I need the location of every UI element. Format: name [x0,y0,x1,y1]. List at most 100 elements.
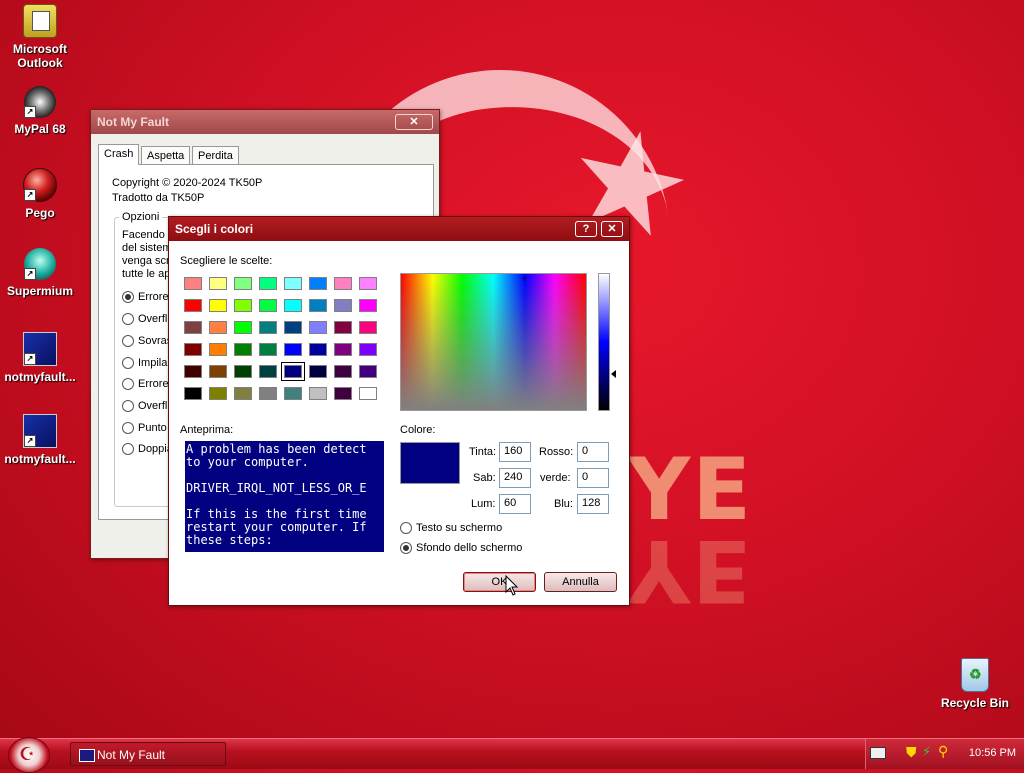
color-swatch[interactable] [359,365,377,378]
lum-input[interactable]: 60 [499,494,531,514]
color-swatch[interactable] [359,321,377,334]
radio-option-5[interactable]: Errore [122,378,169,391]
radio-screen-background[interactable]: Sfondo dello schermo [400,542,522,555]
color-swatch[interactable] [334,277,352,290]
radio-option-1[interactable]: Errore [122,291,169,304]
clock[interactable]: 10:56 PM [969,747,1016,759]
blue-input[interactable]: 128 [577,494,609,514]
color-swatch[interactable] [334,299,352,312]
notmyfault-titlebar[interactable]: Not My Fault ✕ [91,110,439,134]
shield-icon[interactable]: ⛊ [906,745,917,761]
color-swatch[interactable] [359,387,377,400]
radio-screen-text[interactable]: Testo su schermo [400,522,502,535]
color-swatch[interactable] [234,387,252,400]
search-icon[interactable]: ⚲ [938,744,948,760]
cancel-button[interactable]: Annulla [544,572,617,592]
radio-option-3[interactable]: Sovras [122,335,172,348]
color-swatch[interactable] [309,365,327,378]
desktop-icon-outlook[interactable]: Microsoft Outlook [0,4,80,70]
color-swatch[interactable] [209,365,227,378]
color-swatch[interactable] [234,321,252,334]
color-swatch[interactable] [309,321,327,334]
desktop-icon-notmyfault-1[interactable]: ↗ notmyfault... [0,332,80,384]
taskbar-item-notmyfault[interactable]: Not My Fault [70,742,226,766]
desktop-icon-recycle-bin[interactable]: ♻ Recycle Bin [935,658,1015,710]
preview-label: Anteprima: [180,424,234,436]
color-swatch[interactable] [259,343,277,356]
desktop-icon-label: MyPal 68 [14,122,66,136]
color-swatch[interactable] [234,365,252,378]
color-swatch[interactable] [334,387,352,400]
color-swatch[interactable] [184,299,202,312]
color-swatch[interactable] [309,299,327,312]
desktop-icon-notmyfault-2[interactable]: ↗ notmyfault... [0,414,80,466]
color-swatch[interactable] [284,343,302,356]
hue-input[interactable]: 160 [499,442,531,462]
desktop-icon-supermium[interactable]: ↗ Supermium [0,248,80,298]
color-swatch[interactable] [359,299,377,312]
color-swatch[interactable] [359,343,377,356]
green-input[interactable]: 0 [577,468,609,488]
color-spectrum[interactable]: + [400,273,587,411]
basic-colors-label: Scegliere le scelte: [180,255,273,267]
color-swatch[interactable] [334,343,352,356]
color-swatch[interactable] [209,343,227,356]
color-swatch[interactable] [184,365,202,378]
color-swatch[interactable] [281,362,305,381]
ok-button[interactable]: OK [463,572,536,592]
close-icon[interactable]: ✕ [395,114,433,130]
mouse-cursor-icon [505,575,519,596]
color-swatch[interactable] [334,321,352,334]
close-icon[interactable]: ✕ [601,221,623,237]
desktop-icon-mypal[interactable]: ↗ MyPal 68 [0,86,80,136]
color-swatch[interactable] [209,387,227,400]
color-swatch[interactable] [284,277,302,290]
network-icon[interactable]: ⚡ [922,745,931,760]
color-swatch[interactable] [209,321,227,334]
color-swatch[interactable] [234,277,252,290]
dialog-title: Scegli i colori [175,222,254,236]
color-swatch[interactable] [334,365,352,378]
color-swatch[interactable] [259,277,277,290]
luminance-pointer-icon[interactable] [611,370,616,378]
keyboard-icon[interactable] [870,747,886,759]
color-swatch[interactable] [359,277,377,290]
color-swatch[interactable] [259,365,277,378]
tab-perdita[interactable]: Perdita [192,146,239,165]
color-swatch[interactable] [184,387,202,400]
sat-input[interactable]: 240 [499,468,531,488]
color-swatch[interactable] [184,321,202,334]
radio-icon [122,335,134,348]
color-swatch[interactable] [259,321,277,334]
color-swatch[interactable] [309,387,327,400]
color-swatch[interactable] [284,299,302,312]
radio-option-8[interactable]: Doppia [122,443,173,456]
raccoon-icon: ↗ [24,86,56,118]
color-swatch[interactable] [259,299,277,312]
radio-option-2[interactable]: Overfl [122,313,167,326]
radio-option-4[interactable]: Impila [122,357,167,370]
color-label: Colore: [400,424,436,436]
color-swatch[interactable] [184,277,202,290]
color-swatch[interactable] [284,387,302,400]
color-swatch[interactable] [209,277,227,290]
tab-aspetta[interactable]: Aspetta [141,146,191,165]
color-swatch[interactable] [259,387,277,400]
radio-option-6[interactable]: Overfl [122,400,167,413]
help-icon[interactable]: ? [575,221,597,237]
color-dialog-titlebar[interactable]: Scegli i colori ? ✕ [169,217,629,241]
red-input[interactable]: 0 [577,442,609,462]
color-swatch[interactable] [184,343,202,356]
desktop-icon-label: Supermium [6,284,73,298]
desktop-icon-pego[interactable]: ↗ Pego [0,168,80,220]
color-swatch[interactable] [209,299,227,312]
color-swatch[interactable] [234,343,252,356]
radio-option-7[interactable]: Punto [122,422,167,435]
tab-crash[interactable]: Crash [98,144,140,165]
color-swatch[interactable] [234,299,252,312]
color-swatch[interactable] [309,343,327,356]
taskbar: ☪ Not My Fault ⛊ ⚡ ⚲ 10:56 PM [0,737,1024,773]
color-swatch[interactable] [284,321,302,334]
luminance-bar[interactable] [598,273,610,411]
color-swatch[interactable] [309,277,327,290]
